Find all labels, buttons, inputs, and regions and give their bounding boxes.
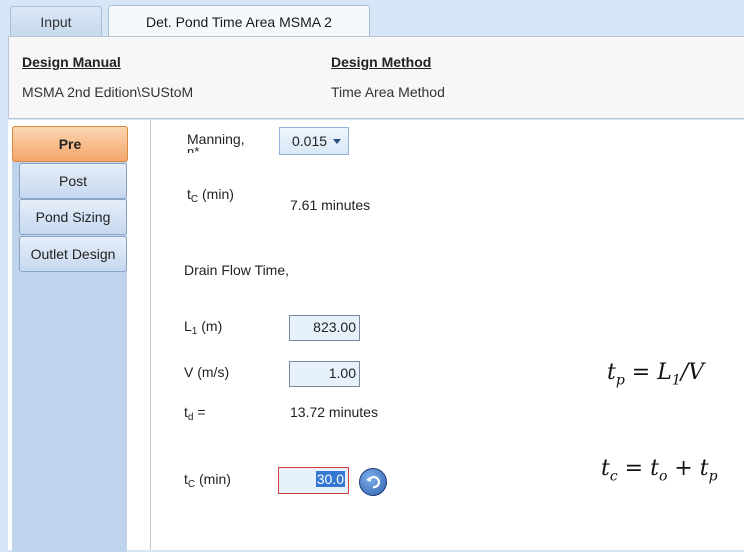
tab-input[interactable]: Input [10,6,102,36]
nav-pond-sizing-button[interactable]: Pond Sizing [19,199,127,235]
nav-pre-button[interactable]: Pre [12,126,128,162]
manning-dropdown-value: 0.015 [292,133,328,149]
tc-label-2: tC (min) [184,471,231,490]
tc-label-2-unit: (min) [195,471,231,487]
reset-button[interactable] [359,468,387,496]
formula-tc: tc = to + tp [601,456,718,485]
v-input[interactable]: 1.00 [289,361,360,387]
manning-dropdown[interactable]: 0.015 [279,127,349,155]
nav-outlet-design-button[interactable]: Outlet Design [19,236,127,272]
tab-det-pond-label: Det. Pond Time Area MSMA 2 [146,13,332,30]
tc-label-1-unit: (min) [198,186,234,202]
nav-post-button[interactable]: Post [19,163,127,199]
design-header: Design Manual MSMA 2nd Edition\SUStoM De… [8,36,744,119]
tc-input[interactable]: 30.0 [278,467,349,494]
nav-pond-sizing-label: Pond Sizing [35,209,111,225]
drain-flow-label: Drain Flow Time, [184,262,290,278]
td-value: 13.72 minutes [290,404,378,420]
td-label-unit: = [193,404,206,420]
design-method-value: Time Area Method [331,84,445,100]
tab-det-pond[interactable]: Det. Pond Time Area MSMA 2 [108,5,370,37]
nav-post-label: Post [58,173,87,189]
design-method-title: Design Method [331,54,432,70]
l1-label-unit: (m) [197,318,223,334]
tc-label-1: tC (min) [187,186,234,205]
l1-input[interactable]: 823.00 [289,315,360,341]
l1-label: L1 (m) [184,318,222,337]
nav-pre-label: Pre [58,136,82,152]
design-manual-value: MSMA 2nd Edition\SUStoM [22,84,194,100]
tc-input-selection: 30.0 [315,471,345,487]
chevron-down-icon [333,138,342,144]
manning-label-text: Manning, [187,131,245,147]
design-manual-title: Design Manual [22,54,121,70]
formula-tp: tp = L1/V [607,360,705,389]
l1-label-l: L [184,318,192,334]
panel-divider [150,120,151,550]
nav-outlet-design-label: Outlet Design [30,246,116,262]
manning-label-sub: n* [187,147,199,153]
tc-value-1: 7.61 minutes [290,197,371,213]
td-label: td = [184,404,206,423]
tab-input-label: Input [40,13,72,30]
manning-label: Manning, n* [187,131,245,163]
v-label: V (m/s) [184,364,230,380]
undo-icon [366,476,380,489]
